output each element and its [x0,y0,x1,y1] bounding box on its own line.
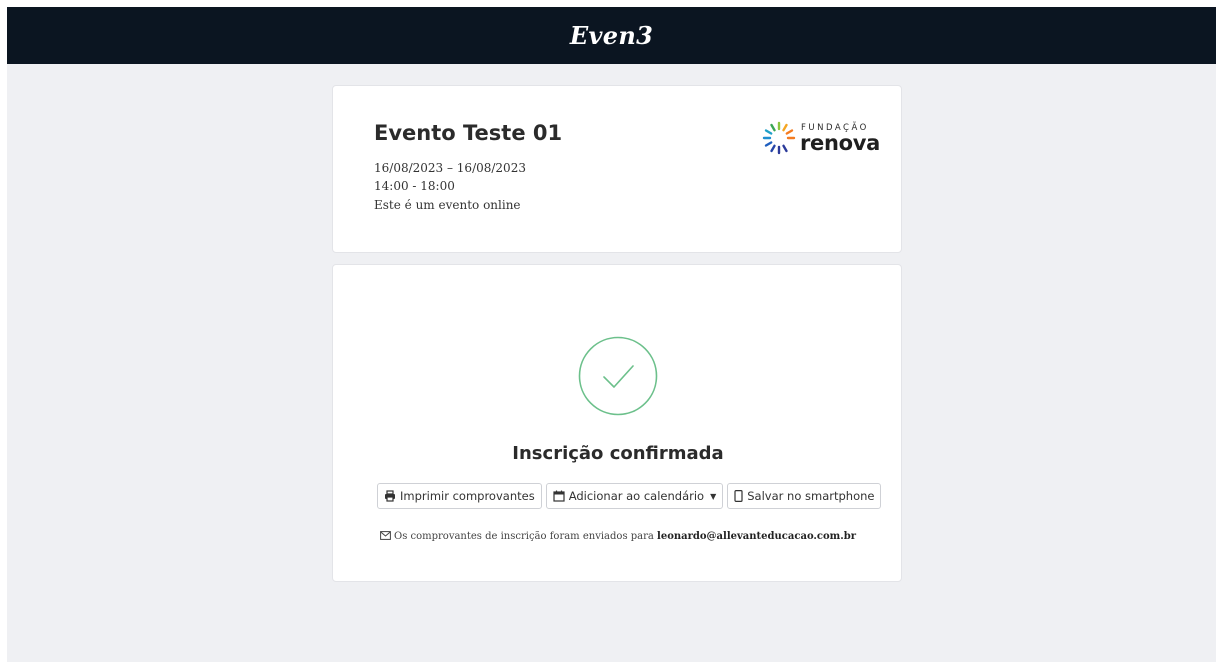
print-receipts-button[interactable]: Imprimir comprovantes [377,483,542,509]
receipt-sent-note: Os comprovantes de inscrição foram envia… [333,531,903,542]
top-bar: Even3 [7,7,1216,64]
print-receipts-label: Imprimir comprovantes [400,489,535,503]
renova-ring-icon [762,121,796,155]
check-circle-icon [578,336,658,416]
confirmation-card: Inscrição confirmada Imprimir comprovant… [332,264,902,582]
event-card: Evento Teste 01 16/08/2023 – 16/08/2023 … [332,85,902,253]
printer-icon [385,490,395,502]
receipt-note-text: Os comprovantes de inscrição foram envia… [394,531,654,542]
page: Even3 Evento Teste 01 16/08/2023 – 16/08… [7,7,1216,662]
envelope-icon [380,531,391,540]
logo-main-text: renova [800,131,881,155]
add-to-calendar-label: Adicionar ao calendário [568,489,705,503]
smartphone-icon [734,490,743,502]
action-buttons: Imprimir comprovantes Adicionar ao calen… [377,483,882,509]
caret-down-icon: ▼ [710,491,717,501]
save-to-smartphone-button[interactable]: Salvar no smartphone [727,483,882,509]
calendar-icon [553,490,565,502]
event-title: Evento Teste 01 [374,121,563,145]
event-mode: Este é um evento online [374,198,521,212]
save-to-smartphone-label: Salvar no smartphone [747,489,875,503]
recipient-email: leonardo@allevanteducacao.com.br [657,531,856,542]
brand-logo[interactable]: Even3 [570,21,653,50]
organizer-logo: FUNDAÇÃO renova [761,120,886,156]
confirmation-title: Inscrição confirmada [512,443,724,464]
add-to-calendar-button[interactable]: Adicionar ao calendário ▼ [545,483,724,509]
event-dates: 16/08/2023 – 16/08/2023 [374,161,526,175]
event-time: 14:00 - 18:00 [374,179,455,193]
